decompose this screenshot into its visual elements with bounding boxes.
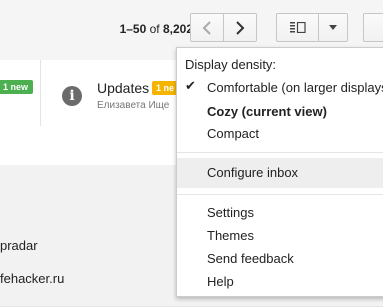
older-button[interactable] — [190, 13, 224, 42]
more-button[interactable] — [363, 13, 383, 42]
tab-divider — [40, 60, 41, 126]
menu-item-send-feedback[interactable]: Send feedback — [207, 251, 294, 266]
chevron-right-icon — [236, 20, 245, 35]
pagination-text: 1–50 of 8,202 — [120, 22, 193, 36]
menu-item-themes[interactable]: Themes — [207, 228, 254, 243]
menu-heading: Display density: — [185, 57, 277, 72]
density-button[interactable] — [276, 13, 319, 42]
tab-updates[interactable]: Updates — [97, 80, 149, 96]
info-icon[interactable]: i — [62, 86, 82, 106]
menu-item-label: Configure inbox — [207, 165, 299, 180]
menu-item-compact[interactable]: Compact — [207, 126, 259, 141]
menu-item-help[interactable]: Help — [207, 274, 234, 289]
newer-button[interactable] — [223, 13, 257, 42]
menu-item-comfortable[interactable]: Comfortable (on larger displays) — [207, 80, 383, 95]
menu-separator — [177, 152, 383, 153]
menu-item-cozy[interactable]: Cozy (current view) — [207, 104, 327, 119]
density-icon — [289, 22, 306, 33]
row-text: fehacker.ru — [0, 271, 65, 286]
caret-down-icon — [329, 25, 337, 30]
new-badge: 1 new — [0, 80, 34, 94]
new-badge: 1 ne — [152, 81, 179, 95]
density-dropdown-button[interactable] — [318, 13, 348, 42]
pager-total: 8,202 — [162, 22, 193, 36]
menu-item-configure-inbox[interactable]: Configure inbox — [177, 158, 383, 188]
row-text: pradar — [0, 238, 38, 253]
menu-item-settings[interactable]: Settings — [207, 205, 254, 220]
menu-separator — [177, 194, 383, 195]
checkmark-icon: ✔ — [185, 78, 196, 93]
pager-range: 1–50 — [119, 22, 147, 36]
pager-of: of — [149, 22, 160, 36]
tab-updates-snippet: Елизавета Ище — [97, 100, 170, 111]
chevron-left-icon — [202, 20, 211, 35]
display-density-menu: Display density: ✔ Comfortable (on large… — [176, 47, 383, 297]
